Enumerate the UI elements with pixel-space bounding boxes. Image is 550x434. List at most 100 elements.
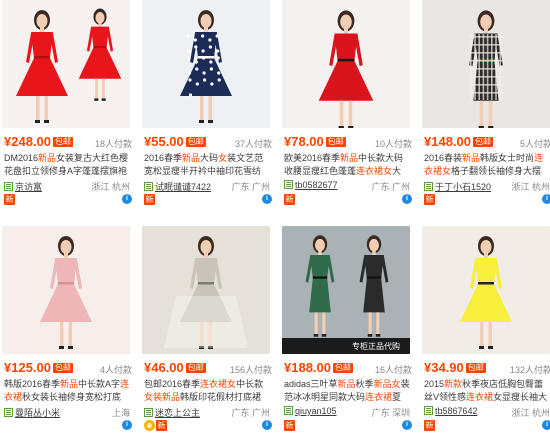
plaid-stripe — [470, 92, 504, 94]
title-text: 韩版2016春季 — [4, 379, 61, 389]
product-image[interactable] — [142, 0, 270, 128]
product-card[interactable]: ¥55.00 包邮 37人付款 2016春季新品大码女装文艺范宽松显瘦半开衿中袖印花雪… — [140, 0, 277, 216]
plaid-stripe — [470, 84, 504, 86]
new-badge-icon[interactable]: 新 — [424, 194, 435, 205]
shop-name-link[interactable]: qiuyan105 — [295, 406, 337, 416]
polka-dot — [209, 60, 213, 64]
product-title-link[interactable]: 2016春季新品大码女装文艺范宽松显瘦半开衿中袖印花雪纺连衣裙潮 — [144, 152, 270, 178]
new-badge-icon[interactable]: 新 — [424, 420, 435, 431]
price-row: ¥188.00 包邮 16人付款 — [284, 360, 412, 376]
sales-count: 5人付款 — [519, 139, 550, 149]
location: 浙江 杭州 — [511, 408, 550, 418]
shop-name-link[interactable]: tb5867642 — [435, 406, 478, 416]
product-card[interactable]: 专柜正品代购 ¥188.00 包邮 16人付款 adidas三叶草新品秋季新品女装范冰冰… — [280, 226, 417, 434]
product-title-link[interactable]: adidas三叶草新品秋季新品女装范冰冰明星同款大码连衣裙夏 — [284, 378, 410, 404]
badge-row: 新i — [4, 194, 132, 206]
shop-name-link[interactable]: 迷恋上公主 — [155, 408, 200, 418]
shop-icon — [4, 182, 13, 191]
info-icon[interactable]: i — [262, 194, 272, 204]
new-badge-icon[interactable]: 新 — [284, 194, 295, 205]
product-title-link[interactable]: 包邮2016春季连衣裙女中长款女装新品韩版印花假材打底裙网纱网花长裙 — [144, 378, 270, 404]
location: 广东 广州 — [231, 408, 270, 418]
info-icon[interactable]: i — [402, 194, 412, 204]
shop-icon — [4, 408, 13, 417]
price: ¥78.00 — [284, 134, 324, 149]
new-badge-icon[interactable]: 新 — [144, 194, 155, 205]
title-text: 2015 — [424, 379, 445, 389]
price-row: ¥46.00 包邮 156人付款 — [144, 360, 272, 376]
shop-icon — [144, 408, 153, 417]
product-title-link[interactable]: DM2016新品女装复古大红色樱花盘扣立领修身A字蓬蓬摆旗袍连衣裙 — [4, 152, 130, 178]
title-text: 2016春装 — [424, 153, 463, 163]
badge-row: 新i — [284, 194, 412, 206]
free-shipping-badge: 包邮 — [53, 137, 73, 147]
shop-row: 试眠谴谴7422 广东 广州 — [144, 180, 270, 192]
shop-name-link[interactable]: 京访富 — [15, 182, 42, 192]
product-card[interactable]: ¥248.00 包邮 18人付款 DM2016新品女装复古大红色樱花盘扣立领修身A字蓬… — [0, 0, 137, 216]
new-badge-icon[interactable]: 新 — [156, 420, 167, 431]
title-text: 大码 — [200, 153, 219, 163]
shop-name-link[interactable]: tb0582677 — [295, 180, 338, 190]
keyword-highlight: 女 — [227, 379, 237, 389]
new-badge-icon[interactable]: 新 — [284, 420, 295, 431]
product-image[interactable]: 专柜正品代购 — [282, 226, 410, 354]
badge-row: 新i — [284, 420, 412, 432]
polka-dot — [188, 78, 192, 82]
location: 广东 深圳 — [371, 408, 410, 418]
info-icon[interactable]: i — [542, 420, 550, 430]
price: ¥34.90 — [424, 360, 464, 375]
free-shipping-badge: 包邮 — [473, 137, 493, 147]
product-card[interactable]: ¥34.90 包邮 132人付款 2015新款秋季夜店低胸包臀蕾丝V领性感连衣裙女显瘦… — [420, 226, 550, 434]
free-shipping-badge: 包邮 — [465, 363, 486, 373]
shop-name-link[interactable]: 试眠谴谴7422 — [155, 182, 211, 192]
plaid-stripe — [478, 34, 480, 100]
price: ¥248.00 — [4, 134, 51, 149]
title-text: 秋季 — [355, 379, 374, 389]
product-card[interactable]: ¥148.00 包邮 5人付款 2016春装新品韩版女士时尚连衣裙女格子翻领长袖修身大… — [420, 0, 550, 216]
product-image[interactable] — [2, 0, 130, 128]
shop-name-link[interactable]: 曼陌丛小米 — [15, 408, 60, 418]
mesh-overlay — [164, 296, 248, 348]
polka-dot — [217, 78, 221, 82]
polka-dot — [215, 34, 219, 38]
title-text: 装 — [40, 391, 50, 402]
polka-dot — [202, 71, 206, 75]
product-card[interactable]: ¥125.00 包邮 4人付款 韩版2016春季新品中长款A字连衣裙秋女装长袖修身宽松… — [0, 226, 137, 434]
product-title-link[interactable]: 2016春装新品韩版女士时尚连衣裙女格子翻领长袖修身大摆打底连衣裙 — [424, 152, 550, 178]
product-title-link[interactable]: 欧美2016春季新品中长款大码收腰显瘦红色蓬蓬连衣裙女大摆礼服裙 — [284, 152, 410, 178]
info-icon[interactable]: i — [122, 420, 132, 430]
product-image[interactable] — [422, 0, 550, 128]
sales-count: 132人付款 — [509, 365, 550, 375]
polka-dot — [209, 67, 213, 71]
info-icon[interactable]: i — [262, 420, 272, 430]
product-image[interactable] — [142, 226, 270, 354]
keyword-highlight: 新品 — [60, 379, 79, 389]
keyword-highlight: 女 — [218, 153, 228, 163]
shop-row: 京访富 浙江 杭州 — [4, 180, 130, 192]
info-icon[interactable]: i — [122, 194, 132, 204]
plaid-stripe — [491, 34, 493, 100]
product-card[interactable]: ¥78.00 包邮 10人付款 欧美2016春季新品中长款大码收腰显瘦红色蓬蓬连衣裙女… — [280, 0, 417, 216]
price-row: ¥55.00 包邮 37人付款 — [144, 134, 272, 150]
product-title-link[interactable]: 韩版2016春季新品中长款A字连衣裙秋女装长袖修身宽松打底针织裙 — [4, 378, 130, 404]
gold-seller-icon[interactable] — [144, 420, 155, 431]
info-icon[interactable]: i — [402, 420, 412, 430]
title-text: 韩版女士时尚 — [480, 153, 535, 163]
badge-row: 新i — [424, 420, 550, 432]
polka-dot — [216, 49, 220, 53]
info-icon[interactable]: i — [542, 194, 550, 204]
shop-name-link[interactable]: 于丁小石1520 — [435, 182, 491, 192]
product-image[interactable] — [282, 0, 410, 128]
product-title-link[interactable]: 2015新款秋季夜店低胸包臀蕾丝V领性感连衣裙女显瘦长袖大码女装潮 — [424, 378, 550, 404]
product-image[interactable] — [422, 226, 550, 354]
product-grid: ¥248.00 包邮 18人付款 DM2016新品女装复古大红色樱花盘扣立领修身A字蓬… — [0, 0, 550, 434]
polka-dot — [208, 45, 212, 49]
price-row: ¥148.00 包邮 5人付款 — [424, 134, 550, 150]
product-image[interactable] — [2, 226, 130, 354]
product-card[interactable]: ¥46.00 包邮 156人付款包邮2016春季连衣裙女中长款女装新品韩版印花假材打… — [140, 226, 277, 434]
shop-icon — [284, 180, 293, 189]
location: 广东 广州 — [371, 182, 410, 192]
new-badge-icon[interactable]: 新 — [4, 194, 15, 205]
keyword-highlight: 新品 — [340, 153, 359, 163]
title-text: adidas三叶草 — [284, 379, 338, 389]
